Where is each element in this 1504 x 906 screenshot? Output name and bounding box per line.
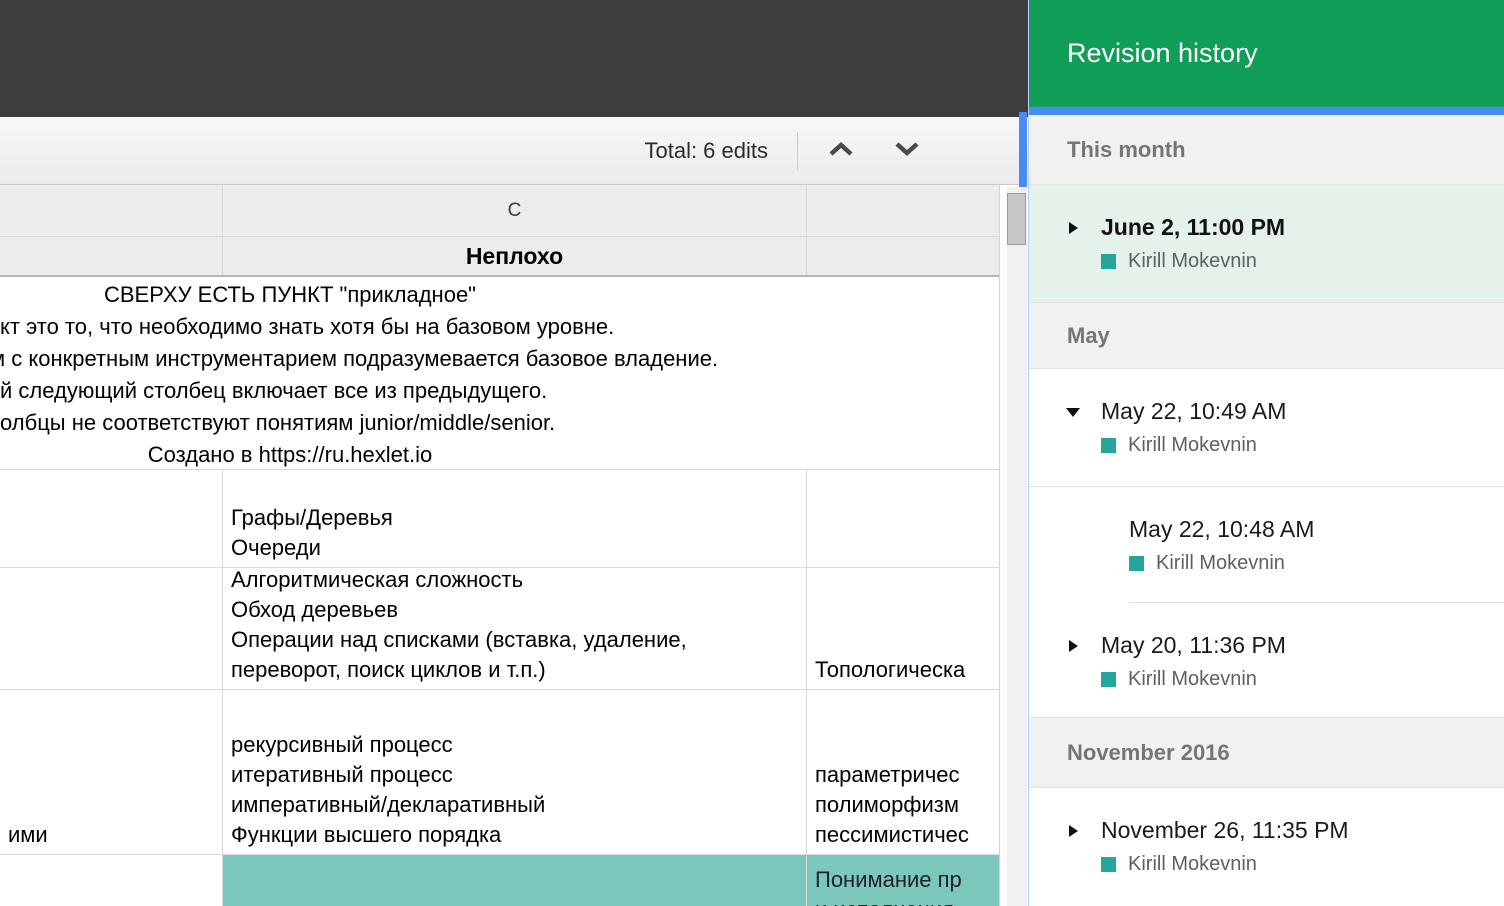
cell-line: Очереди — [231, 533, 798, 563]
info-line: й следующий столбец включает все из пред… — [0, 375, 999, 407]
cell-line: Алгоритмическая сложность — [231, 568, 798, 595]
author-name: Kirill Mokevnin — [1128, 250, 1257, 273]
scrollbar-thumb[interactable] — [1007, 193, 1026, 245]
sheet-info-block: СВЕРХУ ЕСТЬ ПУНКТ "прикладное" кт это то… — [0, 277, 999, 470]
info-line: олбцы не соответствуют понятиям junior/m… — [0, 407, 999, 439]
revision-item-june-2[interactable]: June 2, 11:00 PM Kirill Mokevnin — [1029, 185, 1504, 302]
cell: параметричес полиморфизм пессимистичес — [807, 690, 999, 854]
toolbar-divider — [797, 132, 798, 170]
cell-line: рекурсивный процесс — [231, 730, 798, 760]
cell: Неплохо — [223, 237, 807, 275]
spreadsheet-preview: C Неплохо СВЕРХУ ЕСТЬ ПУНКТ "прикладное"… — [0, 185, 1000, 906]
cell — [0, 568, 223, 689]
sheet-row: Графы/Деревья Очереди — [0, 470, 999, 568]
revision-author-row: Kirill Mokevnin — [1101, 250, 1504, 272]
revision-author-row: Kirill Mokevnin — [1129, 552, 1504, 574]
column-header-row: C — [0, 185, 999, 237]
cell-changed: Понимание пр и исполнения — [807, 855, 999, 906]
panel-accent-band — [1029, 107, 1504, 115]
collapse-arrow-icon[interactable] — [1066, 408, 1080, 417]
revision-date: May 22, 10:48 AM — [1129, 514, 1504, 544]
cell-line: параметричес — [815, 760, 991, 790]
cell-line: пессимистичес — [815, 820, 991, 850]
author-name: Kirill Mokevnin — [1156, 552, 1285, 575]
author-name: Kirill Mokevnin — [1128, 668, 1257, 691]
author-name: Kirill Mokevnin — [1128, 434, 1257, 457]
cell-changed — [223, 855, 807, 906]
cell-line: императивный/декларативный — [231, 790, 798, 820]
cell — [807, 237, 999, 275]
panel-title: Revision history — [1067, 38, 1258, 69]
cell-line: переворот, поиск циклов и т.п.) — [231, 655, 798, 685]
cell-line: и исполнения — [815, 895, 991, 906]
author-color-swatch-icon — [1101, 254, 1116, 269]
section-header-this-month: This month — [1029, 115, 1504, 185]
author-color-swatch-icon — [1101, 438, 1116, 453]
chevron-down-icon — [894, 141, 920, 160]
panel-header: Revision history — [1029, 0, 1504, 107]
info-line: м с конкретным инструментарием подразуме… — [0, 343, 999, 375]
expand-arrow-icon[interactable] — [1069, 640, 1078, 652]
cell-line: полиморфизм — [815, 790, 991, 820]
revision-author-row: Kirill Mokevnin — [1101, 668, 1504, 690]
revision-author-row: Kirill Mokevnin — [1101, 434, 1504, 456]
previous-edit-button[interactable] — [828, 138, 854, 164]
cell-line: Функции высшего порядка — [231, 820, 798, 850]
expand-arrow-icon[interactable] — [1069, 825, 1078, 837]
cell: рекурсивный процесс итеративный процесс … — [223, 690, 807, 854]
info-line: Создано в https://ru.hexlet.io — [0, 439, 580, 470]
author-name: Kirill Mokevnin — [1128, 853, 1257, 876]
cell-line: Обход деревьев — [231, 595, 798, 625]
cell: Алгоритмическая сложность Обход деревьев… — [223, 568, 807, 689]
cell — [0, 855, 223, 906]
chevron-up-icon — [828, 141, 854, 160]
revision-history-panel: Revision history This month June 2, 11:0… — [1028, 0, 1504, 906]
cell-line: Графы/Деревья — [231, 503, 798, 533]
author-color-swatch-icon — [1129, 556, 1144, 571]
revision-toolbar: Total: 6 edits — [0, 117, 1028, 185]
total-edits-label: Total: 6 edits — [644, 138, 768, 164]
column-header-d — [807, 185, 999, 236]
author-color-swatch-icon — [1101, 672, 1116, 687]
column-header-b — [0, 185, 223, 236]
author-color-swatch-icon — [1101, 857, 1116, 872]
cell: Топологическа — [807, 568, 999, 689]
cell — [0, 470, 223, 567]
sheet-row: Алгоритмическая сложность Обход деревьев… — [0, 568, 999, 690]
revision-date: May 20, 11:36 PM — [1101, 630, 1504, 660]
revision-date: June 2, 11:00 PM — [1101, 212, 1504, 242]
revision-date: May 22, 10:49 AM — [1101, 396, 1504, 426]
cell-line: Топологическа — [815, 655, 991, 685]
next-edit-button[interactable] — [894, 138, 920, 164]
info-line: СВЕРХУ ЕСТЬ ПУНКТ "прикладное" — [0, 279, 580, 311]
expand-arrow-icon[interactable] — [1069, 222, 1078, 234]
revision-date: November 26, 11:35 PM — [1101, 815, 1504, 845]
revision-author-row: Kirill Mokevnin — [1101, 853, 1504, 875]
revision-item-november-26[interactable]: November 26, 11:35 PM Kirill Mokevnin — [1029, 788, 1504, 906]
info-line: кт это то, что необходимо знать хотя бы … — [0, 311, 999, 343]
frozen-header-row: Неплохо — [0, 237, 999, 277]
revision-history-screen: Total: 6 edits C Неплохо СВЕРХУ ЕСТЬ ПУН… — [0, 0, 1504, 906]
cell — [807, 470, 999, 567]
cell: Графы/Деревья Очереди — [223, 470, 807, 567]
sheet-scrollbar[interactable] — [1007, 187, 1027, 906]
cell-line: итеративный процесс — [231, 760, 798, 790]
column-header-c: C — [223, 185, 807, 236]
revision-item-may-22-1049[interactable]: May 22, 10:49 AM Kirill Mokevnin — [1029, 369, 1504, 487]
sheet-row: ими рекурсивный процесс итеративный проц… — [0, 690, 999, 855]
cell-line: Операции над списками (вставка, удаление… — [231, 625, 798, 655]
section-header-may: May — [1029, 302, 1504, 369]
section-header-november-2016: November 2016 — [1029, 717, 1504, 788]
revision-item-may-20[interactable]: May 20, 11:36 PM Kirill Mokevnin — [1029, 603, 1504, 717]
cell: ими — [0, 690, 223, 854]
cell-line: ими — [8, 820, 214, 850]
cell — [0, 237, 223, 275]
sheet-row-highlighted: Понимание пр и исполнения — [0, 855, 999, 906]
document-top-bar — [0, 0, 1028, 117]
revision-subitem-may-22-1048[interactable]: May 22, 10:48 AM Kirill Mokevnin — [1029, 487, 1504, 603]
panel-accent-edge — [1019, 112, 1027, 187]
cell-line: Понимание пр — [815, 865, 991, 895]
